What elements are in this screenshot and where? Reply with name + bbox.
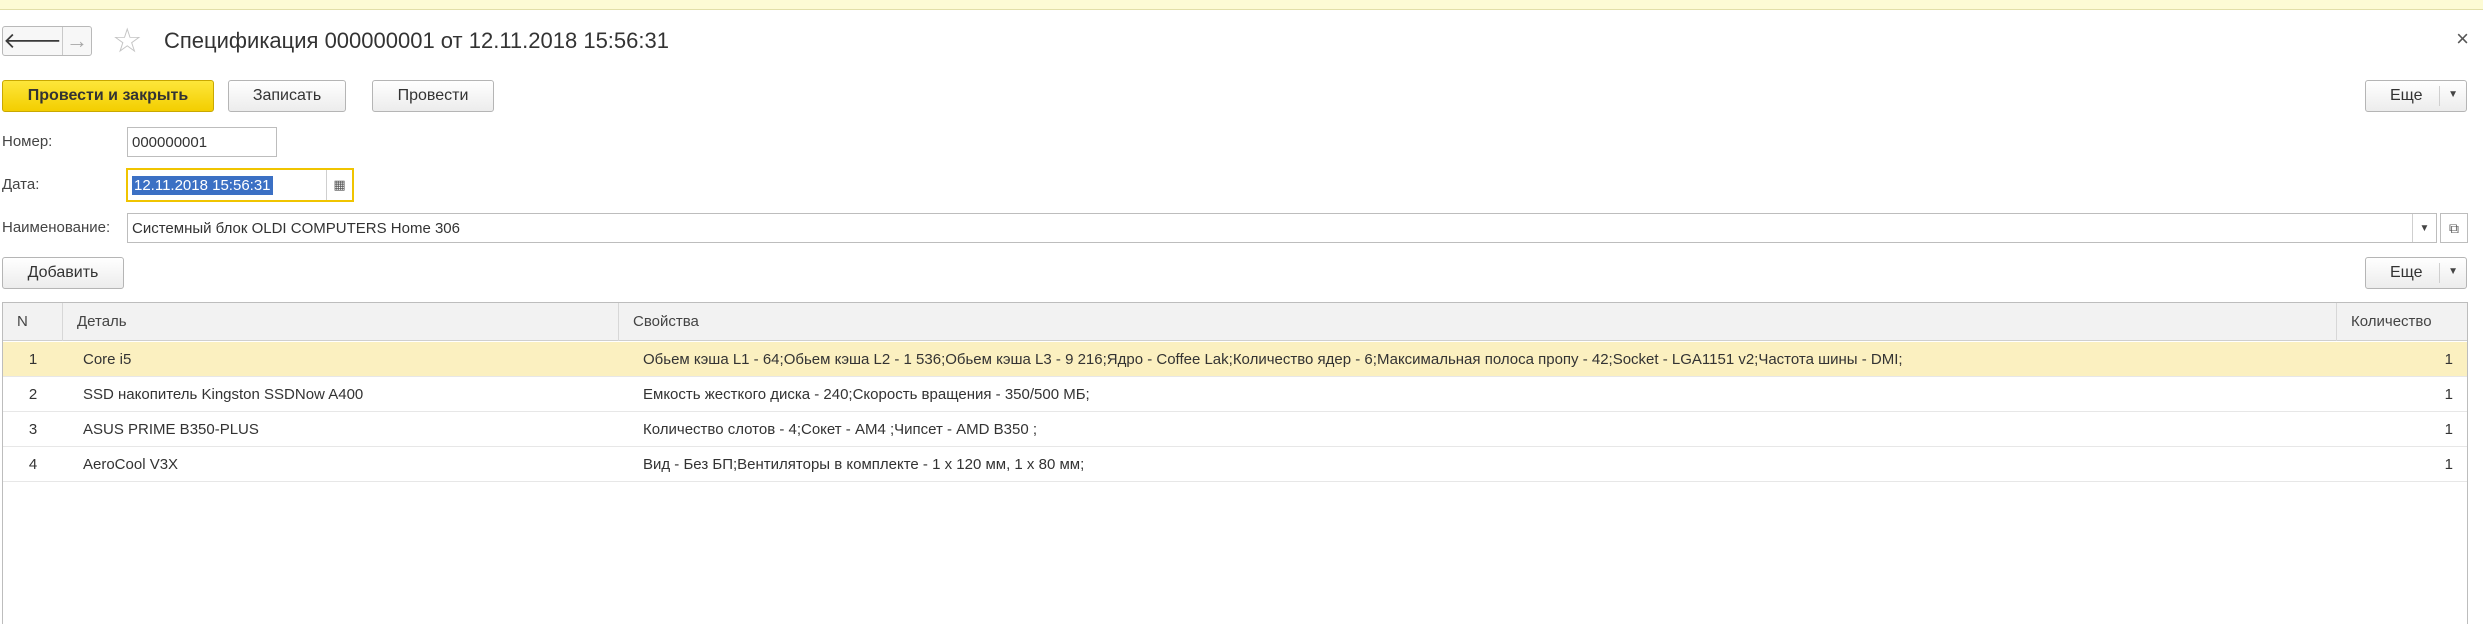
post-and-close-button[interactable]: Провести и закрыть: [2, 80, 214, 112]
table-header: N Деталь Свойства Количество: [3, 303, 2467, 341]
row-quantity: 1: [2444, 456, 2453, 473]
column-header-quantity[interactable]: Количество: [2337, 303, 2469, 341]
close-icon[interactable]: ×: [2456, 24, 2469, 54]
calendar-icon[interactable]: ▦: [326, 170, 352, 200]
name-field[interactable]: Системный блок OLDI COMPUTERS Home 306 ▼: [127, 213, 2437, 243]
row-quantity: 1: [2444, 386, 2453, 403]
name-label: Наименование:: [2, 219, 111, 236]
save-button[interactable]: Записать: [228, 80, 346, 112]
column-header-detail[interactable]: Деталь: [63, 303, 619, 341]
table-row[interactable]: 1 Core i5 Обьем кэша L1 - 64;Обьем кэша …: [3, 342, 2467, 377]
row-properties: Обьем кэша L1 - 64;Обьем кэша L2 - 1 536…: [643, 351, 1903, 368]
row-quantity: 1: [2444, 421, 2453, 438]
number-field[interactable]: 000000001: [127, 127, 277, 157]
row-properties: Емкость жесткого диска - 240;Скорость вр…: [643, 386, 1090, 403]
date-value: 12.11.2018 15:56:31: [132, 175, 273, 195]
chevron-down-icon: ▼: [2448, 266, 2458, 277]
navigation-buttons: 🡐 →: [2, 26, 92, 56]
number-label: Номер:: [2, 133, 53, 150]
row-properties: Вид - Без БП;Вентиляторы в комплекте - 1…: [643, 456, 1085, 473]
row-number: 4: [28, 456, 38, 473]
more-button[interactable]: Еще ▼: [2365, 80, 2467, 112]
more-button-label: Еще: [2390, 87, 2423, 104]
page-title: Спецификация 000000001 от 12.11.2018 15:…: [164, 28, 669, 53]
top-info-strip: [0, 0, 2483, 10]
row-detail: ASUS PRIME B350-PLUS: [83, 421, 259, 438]
table-row[interactable]: 3 ASUS PRIME B350-PLUS Количество слотов…: [3, 412, 2467, 447]
row-detail: AeroCool V3X: [83, 456, 179, 473]
divider: [2439, 86, 2440, 106]
star-icon[interactable]: ☆: [112, 23, 142, 59]
table-row[interactable]: 2 SSD накопитель Kingston SSDNow A400 Ем…: [3, 377, 2467, 412]
table-more-button[interactable]: Еще ▼: [2365, 257, 2467, 289]
row-quantity: 1: [2444, 351, 2453, 368]
date-field[interactable]: 12.11.2018 15:56:31 ▦: [126, 168, 354, 202]
row-properties: Количество слотов - 4;Сокет - AM4 ;Чипсе…: [643, 421, 1038, 438]
arrow-left-icon[interactable]: 🡐: [3, 27, 62, 55]
post-button[interactable]: Провести: [372, 80, 494, 112]
date-label: Дата:: [2, 176, 40, 193]
table-row[interactable]: 4 AeroCool V3X Вид - Без БП;Вентиляторы …: [3, 447, 2467, 482]
row-detail: SSD накопитель Kingston SSDNow A400: [83, 386, 364, 403]
divider: [2439, 263, 2440, 283]
arrow-right-icon[interactable]: →: [62, 27, 91, 55]
title-bar: 🡐 → ☆ Спецификация 000000001 от 12.11.20…: [0, 23, 2483, 59]
column-header-n[interactable]: N: [3, 303, 63, 341]
specification-table: N Деталь Свойства Количество 1 Core i5 О…: [2, 302, 2468, 624]
add-button[interactable]: Добавить: [2, 257, 124, 289]
chevron-down-icon: ▼: [2448, 89, 2458, 100]
row-number: 3: [28, 421, 38, 438]
row-detail: Core i5: [83, 351, 132, 368]
chevron-down-icon[interactable]: ▼: [2412, 214, 2436, 242]
name-value: Системный блок OLDI COMPUTERS Home 306: [132, 219, 460, 237]
row-number: 2: [28, 386, 38, 403]
row-number: 1: [28, 351, 38, 368]
column-header-properties[interactable]: Свойства: [619, 303, 2337, 341]
table-more-button-label: Еще: [2390, 264, 2423, 281]
open-link-icon[interactable]: ⧉: [2440, 213, 2468, 243]
